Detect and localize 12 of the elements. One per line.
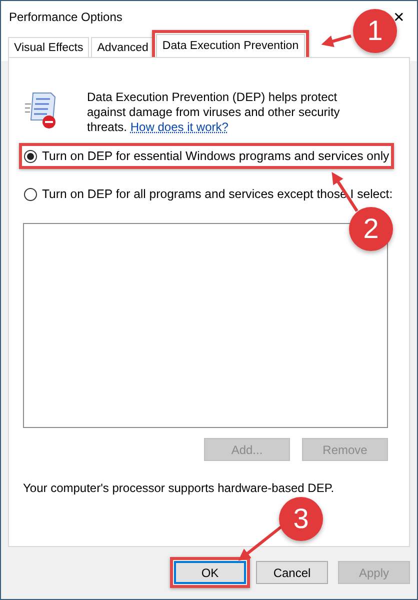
tab[interactable]: Visual Effects [8, 37, 90, 57]
radio-button[interactable] [24, 188, 37, 200]
radio-button[interactable] [24, 150, 37, 162]
dialog-button[interactable]: Cancel [256, 561, 328, 584]
tab[interactable]: Advanced [91, 37, 154, 57]
help-link[interactable]: How does it work? [130, 120, 228, 134]
radio-label[interactable]: Turn on DEP for essential Windows programs and services only [42, 149, 390, 163]
tab[interactable]: Data Execution Prevention [156, 34, 305, 57]
dep-description: Data Execution Prevention (DEP) helps protect against damage from viruses and other security threats. How does it work? [87, 90, 341, 135]
dialog-button[interactable]: OK [174, 561, 246, 584]
window-title: Performance Options [9, 10, 122, 24]
status-text: Your computer's processor supports hardware-based DEP. [23, 481, 336, 495]
